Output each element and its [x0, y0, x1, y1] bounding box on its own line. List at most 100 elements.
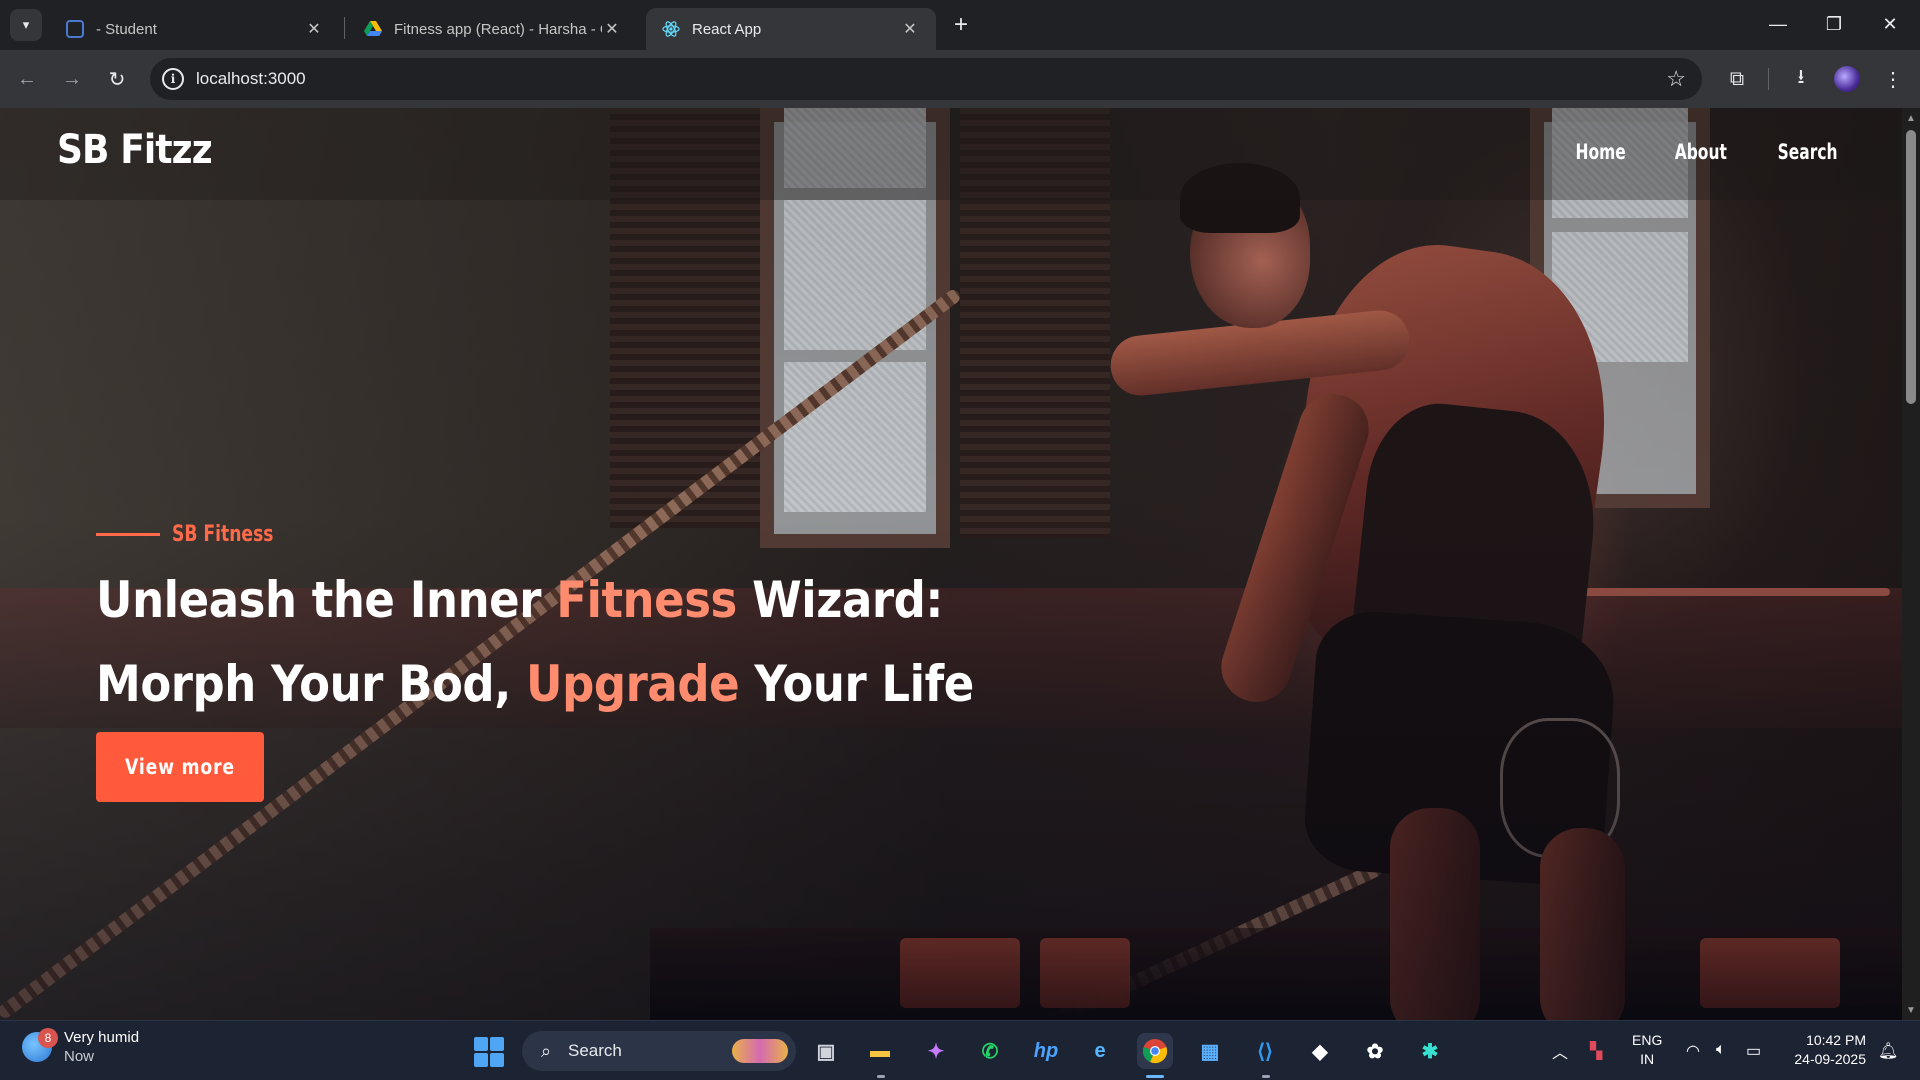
url-text[interactable]: localhost:3000 [196, 69, 306, 89]
puzzle-icon: ⧉ [1729, 67, 1745, 90]
chrome-button[interactable] [1137, 1033, 1173, 1069]
close-icon: ✕ [1882, 13, 1898, 34]
windows-logo-icon [474, 1037, 488, 1051]
google-drive-icon [364, 20, 382, 38]
kebab-menu-icon: ⋮ [1883, 68, 1903, 91]
headline-highlight: Upgrade [526, 655, 740, 713]
tab-react-app[interactable]: React App ✕ [646, 8, 936, 50]
start-button[interactable] [474, 1037, 504, 1067]
edge-icon: e [1094, 1039, 1106, 1062]
volume-icon[interactable]: 🔈︎ [1716, 1041, 1726, 1059]
hp-button[interactable]: hp [1028, 1033, 1064, 1069]
file-explorer-button[interactable]: ▬ [862, 1033, 898, 1069]
search-highlight-icon [732, 1039, 788, 1063]
copilot-button[interactable]: ✦ [918, 1033, 954, 1069]
minimize-button[interactable]: — [1758, 8, 1798, 40]
vscode-icon: ⟨⟩ [1257, 1040, 1273, 1063]
weather-icon: 8 [22, 1028, 58, 1062]
toolbar-divider [1768, 68, 1769, 90]
tray-app-icon[interactable]: ▚ [1590, 1041, 1602, 1061]
close-icon[interactable]: ✕ [602, 19, 622, 39]
restore-icon: ❐ [1825, 13, 1843, 34]
student-page-icon [66, 20, 84, 38]
tagline-text: SB Fitness [172, 522, 274, 547]
folder-icon: ▬ [870, 1039, 890, 1062]
chevron-down-icon: ▾ [22, 17, 30, 32]
search-label: Search [568, 1041, 622, 1060]
page-scrollbar[interactable]: ▲ ▼ [1902, 108, 1920, 1020]
arrow-right-icon: → [62, 67, 82, 90]
view-more-button[interactable]: View more [96, 732, 264, 802]
taskbar-search[interactable]: ⌕ Search [522, 1031, 796, 1071]
bookmark-star-icon[interactable]: ☆ [1666, 66, 1686, 92]
windows-logo-icon [474, 1053, 488, 1067]
task-view-icon: ▣ [816, 1040, 836, 1063]
tab-divider [344, 17, 345, 39]
edge-beta-button[interactable]: e [1082, 1033, 1118, 1069]
battery-icon[interactable]: ▭ [1746, 1041, 1761, 1061]
tab-title: React App [692, 20, 762, 38]
view-more-label: View more [125, 755, 235, 779]
nav-links: Home About Search [1570, 140, 1844, 164]
forward-button[interactable]: → [55, 62, 89, 96]
vscode-button[interactable]: ⟨⟩ [1247, 1033, 1283, 1069]
close-icon[interactable]: ✕ [900, 19, 920, 39]
tab-search-button[interactable]: ▾ [10, 9, 42, 41]
profile-avatar[interactable] [1834, 66, 1860, 92]
weather-widget[interactable]: 8 Very humid Now [22, 1028, 140, 1065]
scroll-up-icon[interactable]: ▲ [1905, 112, 1917, 124]
app-button[interactable]: ◆ [1302, 1033, 1338, 1069]
nav-home[interactable]: Home [1575, 140, 1625, 164]
browser-toolbar: ← → ↻ i localhost:3000 ☆ ⧉ ⭳ ⋮ [0, 50, 1920, 108]
weather-time: Now [64, 1048, 95, 1065]
notifications-icon[interactable]: 🔔︎ [1878, 1041, 1898, 1061]
running-indicator [1262, 1075, 1270, 1078]
language-indicator[interactable]: ENG IN [1632, 1031, 1662, 1069]
weather-condition: Very humid [64, 1029, 140, 1046]
extensions-button[interactable]: ⧉ [1720, 62, 1754, 96]
restore-button[interactable]: ❐ [1814, 8, 1854, 40]
react-icon [662, 20, 680, 38]
tab-student[interactable]: - Student ✕ [50, 8, 340, 50]
scroll-thumb[interactable] [1906, 130, 1916, 404]
browser-tab-strip: ▾ - Student ✕ Fitness app (React) - Hars… [0, 0, 1920, 50]
headline-highlight: Fitness [556, 571, 737, 629]
chatgpt-icon: ✿ [1366, 1040, 1384, 1063]
close-icon[interactable]: ✕ [304, 19, 324, 39]
new-tab-button[interactable]: + [948, 11, 974, 38]
app-button-2[interactable]: ✱ [1412, 1033, 1448, 1069]
task-view-button[interactable]: ▣ [808, 1033, 844, 1069]
copilot-icon: ✦ [927, 1040, 945, 1063]
downloads-button[interactable]: ⭳ [1784, 62, 1818, 96]
reload-button[interactable]: ↻ [100, 62, 134, 96]
hero-tagline: SB Fitness [96, 522, 302, 547]
site-info-icon[interactable]: i [162, 68, 184, 90]
minimize-icon: — [1769, 13, 1787, 34]
ms-store-button[interactable]: ▦ [1192, 1033, 1228, 1069]
address-bar[interactable]: i localhost:3000 ☆ [150, 58, 1702, 100]
reload-icon: ↻ [108, 68, 126, 91]
active-indicator [1146, 1075, 1164, 1078]
clock-time: 10:42 PM [1806, 1032, 1866, 1048]
system-clock[interactable]: 10:42 PM 24-09-2025 [1782, 1031, 1866, 1069]
tab-title: - Student [96, 20, 157, 38]
back-button[interactable]: ← [10, 62, 44, 96]
app-icon: ✱ [1421, 1040, 1439, 1063]
whatsapp-icon: ✆ [981, 1040, 999, 1063]
windows-taskbar: 8 Very humid Now ⌕ Search ▣ ▬ ✦ ✆ hp e ▦… [0, 1020, 1920, 1080]
wifi-icon[interactable]: ◠ [1686, 1041, 1700, 1061]
nav-about[interactable]: About [1675, 140, 1727, 164]
chevron-up-icon[interactable]: ︿ [1552, 1039, 1568, 1063]
language-code: ENG [1632, 1032, 1663, 1048]
store-icon: ▦ [1200, 1040, 1220, 1063]
tab-fitness-app-drive[interactable]: Fitness app (React) - Harsha - G ✕ [348, 8, 638, 50]
chatgpt-button[interactable]: ✿ [1357, 1033, 1393, 1069]
close-window-button[interactable]: ✕ [1870, 8, 1910, 40]
notification-badge: 8 [38, 1028, 58, 1048]
whatsapp-button[interactable]: ✆ [972, 1033, 1008, 1069]
site-logo[interactable]: SB Fitzz [57, 127, 213, 173]
menu-button[interactable]: ⋮ [1876, 62, 1910, 96]
windows-logo-icon [490, 1037, 504, 1051]
scroll-down-icon[interactable]: ▼ [1905, 1004, 1917, 1016]
nav-search[interactable]: Search [1777, 140, 1837, 164]
